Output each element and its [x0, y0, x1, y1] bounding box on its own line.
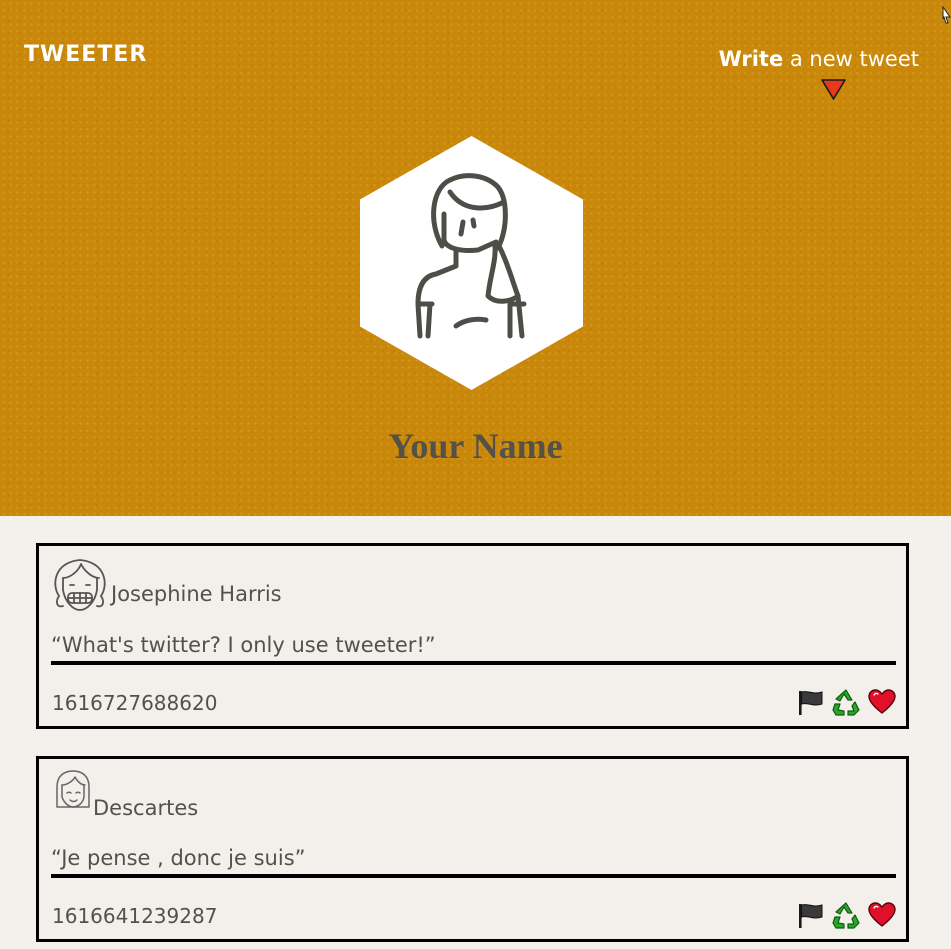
tweet-card: Josephine Harris “What's twitter? I only… — [36, 543, 909, 729]
heart-icon[interactable] — [868, 901, 896, 929]
profile-header: TWEETER Write a new tweet Your Name — [0, 0, 951, 516]
tweet-actions — [796, 687, 896, 717]
tweet-author: Josephine Harris — [111, 582, 282, 606]
tweet-timestamp: 1616641239287 — [52, 904, 218, 928]
tweet-content: “What's twitter? I only use tweeter!” — [51, 633, 896, 665]
mouse-cursor-icon — [942, 6, 951, 24]
profile-name: Your Name — [388, 426, 563, 466]
retweet-icon[interactable] — [832, 901, 860, 929]
compose-toggle[interactable]: Write a new tweet — [719, 47, 919, 71]
heart-icon[interactable] — [868, 688, 896, 716]
tweet-actions — [796, 900, 896, 930]
bob-haircut-avatar-icon — [56, 770, 90, 808]
tweet-card: Descartes “Je pense , donc je suis” 1616… — [36, 756, 909, 942]
tweet-author: Descartes — [93, 796, 199, 820]
arrow-down-icon[interactable] — [821, 79, 846, 100]
girl-grin-avatar-icon — [54, 559, 106, 611]
flag-icon[interactable] — [796, 688, 824, 716]
flag-icon[interactable] — [796, 901, 824, 929]
profile-avatar — [360, 136, 583, 390]
compose-label: a new tweet — [783, 47, 919, 71]
retweet-icon[interactable] — [832, 688, 860, 716]
brand-logo[interactable]: TWEETER — [24, 42, 147, 67]
compose-label-bold: Write — [718, 47, 784, 71]
tweet-timestamp: 1616727688620 — [52, 691, 218, 715]
tweet-content: “Je pense , donc je suis” — [51, 846, 896, 878]
